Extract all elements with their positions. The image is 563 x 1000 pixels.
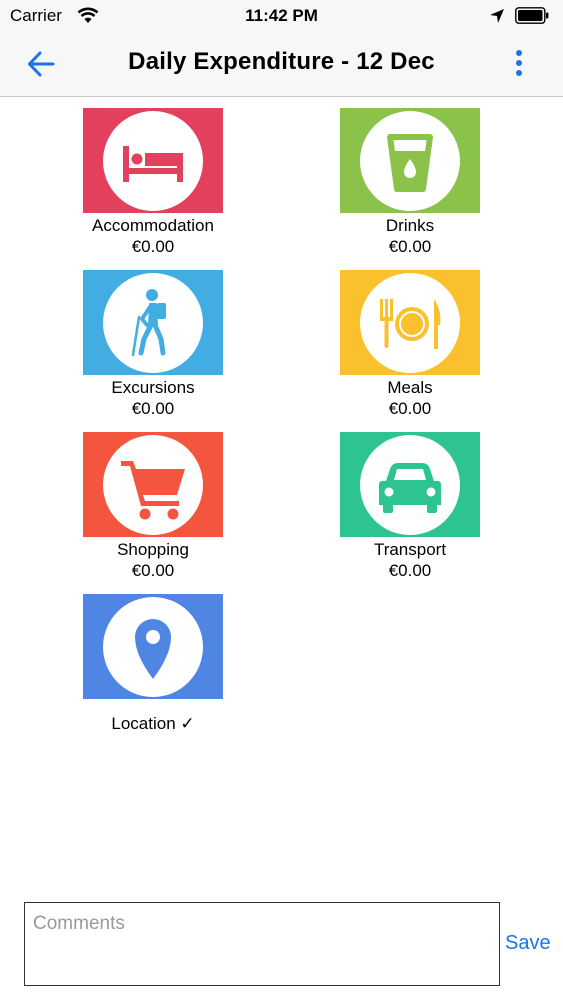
- category-shopping[interactable]: Shopping €0.00: [73, 432, 233, 581]
- category-amount: €0.00: [131, 399, 175, 418]
- category-amount: €0.00: [388, 561, 432, 580]
- location-tile-background: [83, 594, 223, 699]
- car-icon: [379, 463, 441, 513]
- category-label: Accommodation: [92, 216, 214, 235]
- drinks-tile-background: [340, 108, 480, 213]
- category-accommodation[interactable]: Accommodation €0.00: [73, 108, 233, 257]
- category-meals[interactable]: Meals €0.00: [330, 270, 490, 419]
- save-button[interactable]: Save: [505, 932, 551, 955]
- category-amount: €0.00: [388, 399, 432, 418]
- category-label: Drinks: [385, 216, 435, 235]
- category-drinks[interactable]: Drinks €0.00: [330, 108, 490, 257]
- category-amount: €0.00: [131, 561, 175, 580]
- shopping-tile-background: [83, 432, 223, 537]
- category-amount: €0.00: [131, 237, 175, 256]
- category-transport[interactable]: Transport €0.00: [330, 432, 490, 581]
- navigation-bar: Daily Expenditure - 12 Dec: [0, 32, 563, 97]
- category-excursions[interactable]: Excursions €0.00: [73, 270, 233, 419]
- category-amount: €0.00: [388, 237, 432, 256]
- map-pin-icon: [135, 619, 171, 679]
- category-location[interactable]: Location ✓: [73, 594, 233, 734]
- battery-icon: [515, 7, 549, 24]
- category-label: Shopping: [117, 540, 189, 559]
- location-label: Location ✓: [111, 714, 195, 733]
- cart-icon: [121, 461, 185, 520]
- category-label: Transport: [373, 540, 447, 559]
- comments-input[interactable]: [25, 903, 499, 985]
- hiker-icon: [131, 289, 166, 357]
- accommodation-tile-background: [83, 108, 223, 213]
- excursions-tile-background: [83, 270, 223, 375]
- status-bar: Carrier 11:42 PM: [0, 0, 563, 32]
- category-label: Meals: [387, 378, 433, 397]
- meals-tile-background: [340, 270, 480, 375]
- status-time: 11:42 PM: [245, 6, 318, 25]
- location-arrow-icon: [490, 9, 504, 23]
- cutlery-icon: [380, 299, 441, 349]
- transport-tile-background: [340, 432, 480, 537]
- glass-icon: [387, 134, 433, 192]
- comments-box: [24, 902, 500, 986]
- bed-icon: [123, 146, 183, 182]
- category-label: Excursions: [111, 378, 195, 397]
- more-options-icon[interactable]: [508, 50, 530, 80]
- page-title: Daily Expenditure - 12 Dec: [128, 48, 435, 75]
